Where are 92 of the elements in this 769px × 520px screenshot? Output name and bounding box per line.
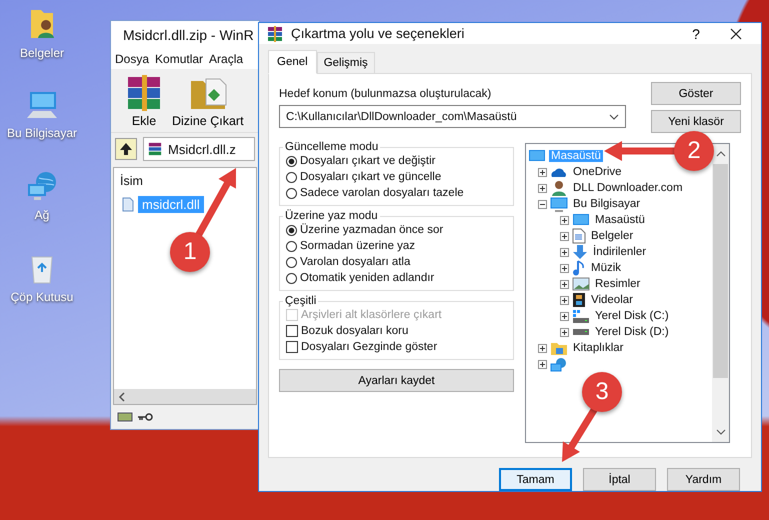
radio-label[interactable]: Dosyaları çıkart ve güncelle xyxy=(300,171,442,183)
monitor-icon xyxy=(528,149,546,163)
tree-item[interactable]: Masaüstü xyxy=(593,214,647,226)
vertical-scrollbar[interactable] xyxy=(712,144,729,442)
window-title: Msidcrl.dll.zip - WinR xyxy=(123,27,254,43)
folder-icon xyxy=(550,340,568,356)
radio-label[interactable]: Sormadan üzerine yaz xyxy=(300,240,416,252)
radio-label[interactable]: Dosyaları çıkart ve değiştir xyxy=(300,155,436,167)
scroll-down-icon[interactable] xyxy=(716,428,726,436)
document-icon xyxy=(572,228,586,244)
checkbox-label[interactable]: Dosyaları Gezginde göster xyxy=(301,341,438,353)
checkbox[interactable] xyxy=(286,341,298,353)
scroll-up-icon[interactable] xyxy=(716,150,726,158)
radio-label[interactable]: Üzerine yazmadan önce sor xyxy=(300,224,444,236)
checkbox[interactable] xyxy=(286,325,298,337)
computer-icon xyxy=(550,196,568,212)
expand-toggle[interactable] xyxy=(538,360,547,368)
dialog-title: Çıkartma yolu ve seçenekleri xyxy=(291,26,466,41)
expand-toggle[interactable] xyxy=(560,264,569,272)
up-arrow-button[interactable] xyxy=(115,138,137,160)
tree-item[interactable]: Yerel Disk (D:) xyxy=(593,326,671,338)
radio-label[interactable]: Sadece varolan dosyaları tazele xyxy=(300,187,464,199)
column-header[interactable]: İsim xyxy=(114,168,149,194)
tree-item[interactable]: Kitaplıklar xyxy=(571,342,626,354)
radio-button[interactable] xyxy=(286,256,297,268)
monitor-icon xyxy=(572,213,590,227)
tree-item[interactable]: OneDrive xyxy=(571,166,624,178)
expand-toggle[interactable] xyxy=(560,216,569,224)
expand-toggle[interactable] xyxy=(538,344,547,352)
drive-icon xyxy=(572,328,590,336)
picture-icon xyxy=(572,277,590,291)
expand-toggle[interactable] xyxy=(538,184,547,192)
annotation-arrow xyxy=(562,406,598,462)
file-icon xyxy=(122,197,134,212)
expand-toggle[interactable] xyxy=(560,232,569,240)
expand-toggle[interactable] xyxy=(538,168,547,176)
radio-button[interactable] xyxy=(286,172,297,182)
radio-button[interactable] xyxy=(286,224,297,236)
network-icon xyxy=(550,356,568,372)
destination-label: Hedef konum (bulunmazsa oluşturulacak) xyxy=(279,88,492,100)
down-arrow-icon xyxy=(572,244,588,260)
toolbar-button[interactable]: Ekle xyxy=(121,73,167,130)
music-note-icon xyxy=(572,260,586,276)
menu-item[interactable]: Dosya xyxy=(115,52,150,66)
archive-books-icon xyxy=(148,142,162,156)
computer-icon[interactable] xyxy=(25,90,59,120)
side-button[interactable]: Göster xyxy=(651,82,741,105)
tree-item[interactable]: Belgeler xyxy=(589,230,636,242)
tree-item[interactable]: Videolar xyxy=(589,294,635,306)
tab[interactable]: Gelişmiş xyxy=(316,52,375,74)
tree-item[interactable]: Müzik xyxy=(589,262,624,274)
tab[interactable]: Genel xyxy=(268,50,317,74)
menu-item[interactable]: Komutlar xyxy=(155,52,204,66)
archive-books-icon xyxy=(267,26,283,42)
help-button[interactable]: ? xyxy=(681,24,711,42)
checkbox-label[interactable]: Bozuk dosyaları koru xyxy=(301,325,408,337)
tree-item[interactable]: Resimler xyxy=(593,278,642,290)
dialog-button[interactable]: Tamam xyxy=(499,468,572,491)
group-title: Güncelleme modu xyxy=(284,141,380,153)
expand-toggle[interactable] xyxy=(538,200,547,208)
expand-toggle[interactable] xyxy=(560,296,569,304)
close-icon[interactable] xyxy=(730,28,742,40)
dialog-button[interactable]: İptal xyxy=(583,468,656,491)
horizontal-scrollbar[interactable] xyxy=(114,389,256,404)
film-strip-icon xyxy=(572,292,586,308)
expand-toggle[interactable] xyxy=(560,280,569,288)
radio-label[interactable]: Varolan dosyaları atla xyxy=(300,256,410,268)
radio-button[interactable] xyxy=(286,240,297,252)
radio-button[interactable] xyxy=(286,188,297,198)
menu-item[interactable]: Araçla xyxy=(209,52,244,66)
tree-item[interactable]: Yerel Disk (C:) xyxy=(593,310,671,322)
tree-item[interactable]: İndirilenler xyxy=(591,246,648,258)
expand-toggle[interactable] xyxy=(560,248,569,256)
toolbar-button[interactable]: Dizine Çıkart xyxy=(169,73,247,130)
radio-button[interactable] xyxy=(286,272,297,284)
radio-button[interactable] xyxy=(286,156,297,166)
system-drive-icon xyxy=(572,308,590,324)
drive-icon xyxy=(117,412,133,422)
group-title: Çeşitli xyxy=(284,295,318,307)
expand-toggle[interactable] xyxy=(560,328,569,336)
person-icon xyxy=(550,180,568,196)
dialog-button[interactable]: Yardım xyxy=(667,468,740,491)
key-icon xyxy=(137,412,153,422)
expand-toggle[interactable] xyxy=(560,312,569,320)
side-button[interactable]: Yeni klasör xyxy=(651,110,741,133)
tree-item[interactable]: DLL Downloader.com xyxy=(571,182,685,194)
destination-combo-box[interactable]: C:\Kullanıcılar\DllDownloader_com\Masaüstü xyxy=(279,105,626,128)
save-settings-button[interactable]: Ayarları kaydet xyxy=(279,369,514,392)
scroll-left-icon[interactable] xyxy=(118,392,126,402)
group-title: Üzerine yaz modu xyxy=(284,210,379,222)
radio-label[interactable]: Otomatik yeniden adlandır xyxy=(300,272,434,284)
tree-item[interactable]: Bu Bilgisayar xyxy=(571,198,642,210)
